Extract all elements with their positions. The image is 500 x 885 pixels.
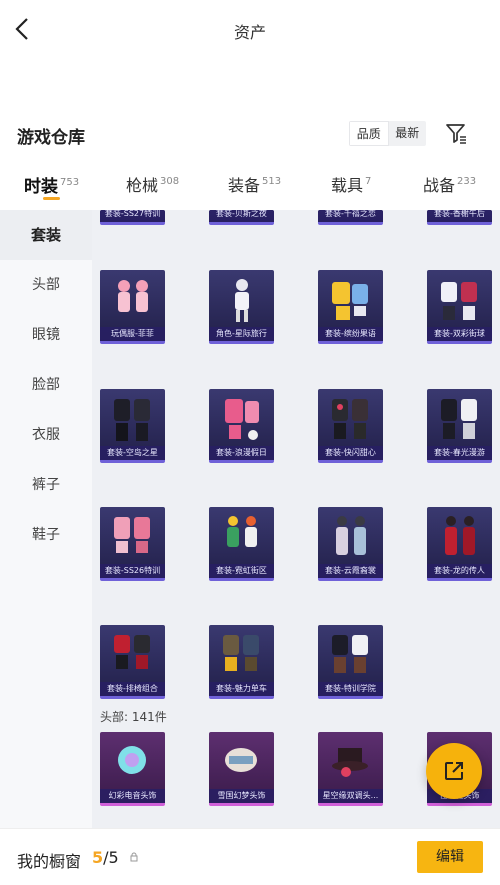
outfit-image — [336, 516, 366, 555]
outfit-card[interactable]: 玩偶服-菲菲 — [100, 270, 165, 344]
tab-firearms[interactable]: 枪械 308 — [126, 172, 179, 196]
headwear-image — [332, 748, 368, 777]
outfit-card[interactable]: 套装-魅力单车 — [209, 625, 274, 699]
outfit-image — [441, 399, 477, 439]
tab-equipment[interactable]: 装备 513 — [228, 172, 281, 196]
page-title: 资产 — [233, 23, 266, 42]
tab-vehicles[interactable]: 载具 7 — [331, 172, 371, 196]
outfit-image — [332, 399, 368, 439]
category-tabs: 时装 753 枪械 308 装备 513 载具 7 战备 233 — [0, 158, 500, 210]
headwear-image — [225, 748, 257, 772]
outfit-image — [223, 635, 259, 671]
outfit-card[interactable]: 套装-香榭午后 — [427, 210, 492, 225]
outfit-image — [332, 635, 368, 673]
outfit-card[interactable]: 套装-贝斯之夜 — [209, 210, 274, 225]
outfit-card[interactable]: 套装-缤纷果语 — [318, 270, 383, 344]
outfit-image — [332, 282, 368, 320]
outfit-card[interactable]: 套装-空岛之星 — [100, 389, 165, 463]
top-bar: 资产 — [0, 0, 500, 58]
outfit-image — [225, 399, 259, 440]
outfit-card[interactable]: 套装-春光漫游 — [427, 389, 492, 463]
tab-supplies[interactable]: 战备 233 — [423, 172, 476, 196]
sidebar: 套装 头部 眼镜 脸部 衣服 裤子 鞋子 — [0, 210, 92, 828]
headwear-image — [118, 746, 146, 774]
sidebar-item-pants[interactable]: 裤子 — [0, 460, 92, 510]
outfit-image — [118, 280, 148, 312]
outfit-image — [445, 516, 475, 555]
outfit-card[interactable]: 角色-星际旅行 — [209, 270, 274, 344]
sidebar-item-glasses[interactable]: 眼镜 — [0, 310, 92, 360]
active-tab-indicator — [43, 197, 60, 200]
outfit-image — [114, 635, 150, 669]
head-item-card[interactable]: 幻彩电音头饰 — [100, 732, 165, 806]
outfit-card[interactable]: 套装-双彩街球 — [427, 270, 492, 344]
outfit-image — [114, 517, 150, 553]
sidebar-item-shoes[interactable]: 鞋子 — [0, 510, 92, 560]
showcase-bar: 我的橱窗 5/5 编辑 — [0, 828, 500, 885]
sort-quality[interactable]: 品质 — [349, 121, 389, 146]
outfit-card[interactable]: 套装-SS27特训 — [100, 210, 165, 225]
head-group-label: 头部: 141件 — [100, 710, 167, 724]
sort-toggle: 品质 最新 — [349, 121, 426, 146]
share-fab[interactable] — [426, 743, 482, 799]
outfit-card[interactable]: 套装-千禧之恋 — [318, 210, 383, 225]
outfit-card[interactable]: 套装-霓虹街区 — [209, 507, 274, 581]
outfit-image — [441, 282, 477, 320]
lock-icon — [130, 852, 138, 862]
head-item-card[interactable]: 星空缘双调头... — [318, 732, 383, 806]
showcase-count: 5/5 — [92, 848, 119, 867]
share-external-icon — [445, 762, 463, 780]
sidebar-item-clothes[interactable]: 衣服 — [0, 410, 92, 460]
item-grid: 套装-SS27特训 套装-贝斯之夜 套装-千禧之恋 套装-香榭午后 玩偶服-菲菲… — [92, 210, 500, 828]
section-title: 游戏仓库 — [17, 128, 85, 148]
outfit-card[interactable]: 套装-浪漫假日 — [209, 389, 274, 463]
outfit-card[interactable]: 套装-特训学院 — [318, 625, 383, 699]
tab-fashion[interactable]: 时装 753 — [24, 172, 79, 197]
head-item-card[interactable]: 雪国幻梦头饰 — [209, 732, 274, 806]
sidebar-item-head[interactable]: 头部 — [0, 260, 92, 310]
edit-button[interactable]: 编辑 — [417, 841, 483, 873]
outfit-image — [235, 279, 249, 322]
outfit-card[interactable]: 套装-龙的传人 — [427, 507, 492, 581]
outfit-image — [227, 516, 257, 547]
sidebar-item-face[interactable]: 脸部 — [0, 360, 92, 410]
showcase-label: 我的橱窗 — [17, 852, 82, 871]
filter-icon[interactable] — [444, 121, 468, 145]
outfit-card[interactable]: 套装-排椅组合 — [100, 625, 165, 699]
outfit-card[interactable]: 套装-云霞裔裳 — [318, 507, 383, 581]
outfit-card[interactable]: 套装-SS26特训 — [100, 507, 165, 581]
sidebar-item-outfits[interactable]: 套装 — [0, 210, 92, 260]
outfit-card[interactable]: 套装-快闪甜心 — [318, 389, 383, 463]
sort-newest[interactable]: 最新 — [389, 121, 427, 146]
outfit-image — [114, 399, 150, 441]
